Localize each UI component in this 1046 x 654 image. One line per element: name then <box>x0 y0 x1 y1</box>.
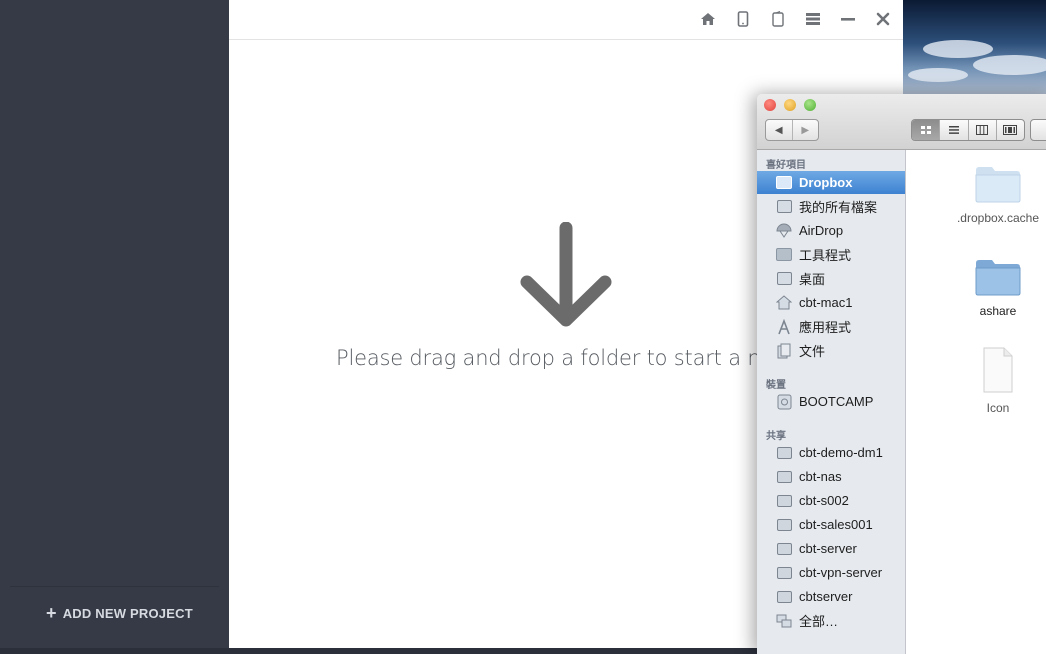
sidebar-item-label: cbt-server <box>799 541 857 556</box>
sidebar-item-bootcamp[interactable]: BOOTCAMP <box>757 390 905 413</box>
sidebar-item-cbtserver[interactable]: cbtserver <box>757 585 905 608</box>
add-new-project-label: ADD NEW PROJECT <box>62 605 193 621</box>
computer-icon <box>775 469 793 485</box>
finder-file-area: .dropbox.cache ashare Icon <box>906 150 1046 654</box>
list-view-icon <box>948 126 959 134</box>
plus-icon: + <box>46 603 57 623</box>
column-view-icon <box>976 125 989 135</box>
sidebar-item-applications[interactable]: 應用程式 <box>757 315 905 338</box>
disk-icon <box>775 394 793 410</box>
sidebar-item-label: Dropbox <box>799 175 853 190</box>
tablet-icon[interactable] <box>768 10 788 28</box>
favorites-section-header: 喜好項目 <box>766 160 806 171</box>
back-button[interactable]: ◀ <box>766 120 792 140</box>
app-sidebar: + ADD NEW PROJECT <box>0 0 229 648</box>
file-name: .dropbox.cache <box>956 211 1040 225</box>
sidebar-item-label: cbt-s002 <box>799 493 849 508</box>
sidebar-item-label: BOOTCAMP <box>799 394 874 409</box>
sidebar-item-label: cbt-sales001 <box>799 517 873 532</box>
sidebar-item-label: 全部… <box>799 614 839 629</box>
app-toolbar <box>229 0 903 40</box>
home-icon[interactable] <box>698 10 718 28</box>
sidebar-item-all-shared[interactable]: 全部… <box>757 609 905 632</box>
desktop-icon <box>775 271 793 287</box>
sidebar-divider <box>10 586 219 587</box>
forward-button[interactable]: ▶ <box>791 120 819 140</box>
finder-titlebar: ◀ ▶ <box>757 94 1046 150</box>
sidebar-item-utilities[interactable]: 工具程式 <box>757 243 905 266</box>
phone-icon[interactable] <box>733 10 753 28</box>
menu-icon[interactable] <box>803 10 823 28</box>
sidebar-item-label: 應用程式 <box>799 320 852 335</box>
icon-view-button[interactable] <box>912 120 940 140</box>
file-item[interactable]: Icon <box>948 346 1046 415</box>
close-window-button[interactable] <box>764 99 776 111</box>
sidebar-item-label: cbt-vpn-server <box>799 565 883 580</box>
computer-icon <box>775 445 793 461</box>
sidebar-item-all-my-files[interactable]: 我的所有檔案 <box>757 195 905 218</box>
computer-icon <box>775 589 793 605</box>
add-new-project-button[interactable]: + ADD NEW PROJECT <box>46 604 193 622</box>
file-name: ashare <box>979 304 1017 318</box>
network-icon <box>775 613 793 629</box>
computer-icon <box>775 565 793 581</box>
computer-icon <box>775 541 793 557</box>
folder-icon <box>975 260 1021 296</box>
folder-icon <box>775 175 793 191</box>
sidebar-item-cbt-server[interactable]: cbt-server <box>757 537 905 560</box>
sidebar-item-label: cbtserver <box>799 589 853 604</box>
sidebar-item-cbt-sales001[interactable]: cbt-sales001 <box>757 513 905 536</box>
sidebar-item-desktop[interactable]: 桌面 <box>757 267 905 290</box>
folder-icon <box>775 247 793 263</box>
arrange-button[interactable] <box>1030 119 1046 141</box>
sidebar-item-label: cbt-mac1 <box>799 295 853 310</box>
home-icon <box>775 295 793 311</box>
sidebar-item-cbt-nas[interactable]: cbt-nas <box>757 465 905 488</box>
sidebar-item-label: 文件 <box>799 344 826 359</box>
sidebar-item-airdrop[interactable]: AirDrop <box>757 219 905 242</box>
sidebar-item-label: AirDrop <box>799 223 844 238</box>
view-mode-buttons <box>911 119 1025 141</box>
finder-sidebar: 喜好項目 Dropbox 我的所有檔案 AirDrop 工具程式 桌面 cbt-… <box>757 150 906 654</box>
minimize-icon[interactable] <box>838 10 858 28</box>
list-view-button[interactable] <box>939 120 967 140</box>
finder-window: ◀ ▶ 喜好項目 Dropbox 我的所有檔案 AirDrop 工具程式 桌面 … <box>757 94 1046 654</box>
documents-icon <box>775 343 793 359</box>
cover-flow-icon <box>1003 125 1018 135</box>
sidebar-item-label: 桌面 <box>799 272 826 287</box>
column-view-button[interactable] <box>967 120 996 140</box>
sidebar-item-cbt-demo-dm1[interactable]: cbt-demo-dm1 <box>757 441 905 464</box>
sidebar-item-label: cbt-nas <box>799 469 842 484</box>
document-icon <box>983 347 1013 393</box>
close-icon[interactable] <box>873 10 893 28</box>
zoom-window-button[interactable] <box>804 99 816 111</box>
sidebar-item-label: cbt-demo-dm1 <box>799 445 883 460</box>
sidebar-item-cbt-mac1[interactable]: cbt-mac1 <box>757 291 905 314</box>
sidebar-item-documents[interactable]: 文件 <box>757 339 905 362</box>
computer-icon <box>775 493 793 509</box>
applications-icon <box>775 318 793 335</box>
cover-flow-button[interactable] <box>995 120 1024 140</box>
sidebar-item-cbt-vpn-server[interactable]: cbt-vpn-server <box>757 561 905 584</box>
folder-icon <box>975 167 1021 203</box>
navigation-buttons: ◀ ▶ <box>765 119 819 141</box>
sidebar-item-label: 工具程式 <box>799 248 852 263</box>
devices-section-header: 裝置 <box>766 380 786 391</box>
down-arrow-icon <box>519 221 613 335</box>
file-name: Icon <box>986 401 1010 415</box>
sidebar-item-label: 我的所有檔案 <box>799 200 878 215</box>
file-item[interactable]: .dropbox.cache <box>948 164 1046 225</box>
minimize-window-button[interactable] <box>784 99 796 111</box>
sidebar-item-dropbox[interactable]: Dropbox <box>757 171 905 194</box>
shared-section-header: 共享 <box>766 431 786 442</box>
computer-icon <box>775 517 793 533</box>
all-files-icon <box>775 199 793 215</box>
sidebar-item-cbt-s002[interactable]: cbt-s002 <box>757 489 905 512</box>
desktop-wallpaper <box>903 0 1046 96</box>
airdrop-icon <box>775 223 793 239</box>
file-item[interactable]: ashare <box>948 257 1046 318</box>
icon-view-icon <box>920 126 931 134</box>
